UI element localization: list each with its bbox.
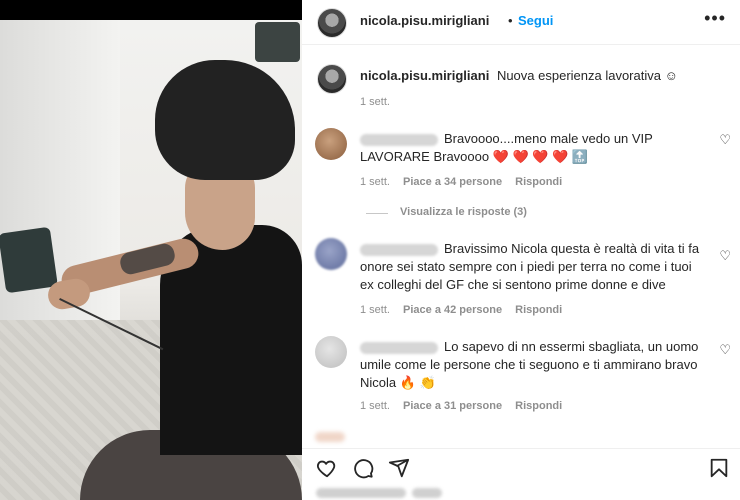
comment-timestamp[interactable]: 1 sett. xyxy=(360,400,390,412)
comment-avatar[interactable] xyxy=(315,128,347,160)
comment-meta: 1 sett. Piace a 34 persone Rispondi xyxy=(360,176,572,188)
comment-likes[interactable]: Piace a 34 persone xyxy=(403,176,502,188)
comment-like-icon[interactable]: ♡ xyxy=(719,132,731,148)
comment-reply-button[interactable]: Rispondi xyxy=(515,304,562,316)
comment-likes[interactable]: Piace a 42 persone xyxy=(403,304,502,316)
comment-meta: 1 sett. Piace a 31 persone Rispondi xyxy=(360,400,572,412)
comment-username-blurred[interactable] xyxy=(360,243,438,256)
caption-author-username[interactable]: nicola.pisu.mirigliani xyxy=(360,68,489,83)
separator-dot: • xyxy=(508,13,513,28)
post-likes-blurred xyxy=(316,488,406,498)
comment-reply-button[interactable]: Rispondi xyxy=(515,400,562,412)
comment-avatar[interactable] xyxy=(315,336,347,368)
caption-text: Nuova esperienza lavorativa ☺ xyxy=(496,68,678,83)
comment-body: Bravoooo....meno male vedo un VIP LAVORA… xyxy=(360,130,700,166)
post-caption: nicola.pisu.mirigliani Nuova esperienza … xyxy=(302,56,740,116)
post-action-bar xyxy=(302,448,740,485)
comment-likes[interactable]: Piace a 31 persone xyxy=(403,400,502,412)
comment-icon[interactable] xyxy=(352,457,374,479)
comment-reply-button[interactable]: Rispondi xyxy=(515,176,562,188)
comment-body: Lo sapevo di nn essermi sbagliata, un uo… xyxy=(360,338,700,392)
comment-body: Bravissimo Nicola questa è realtà di vit… xyxy=(360,240,700,294)
caption-timestamp[interactable]: 1 sett. xyxy=(360,96,390,108)
media-wall-socket xyxy=(0,226,58,294)
comment-username-blurred[interactable] xyxy=(360,341,438,354)
post-video[interactable] xyxy=(0,20,302,500)
post-media[interactable] xyxy=(0,0,302,500)
comment-username-blurred[interactable] xyxy=(360,133,438,146)
media-person-hair xyxy=(155,60,295,180)
post-likes-count-blurred xyxy=(412,488,442,498)
comment-item: Lo sapevo di nn essermi sbagliata, un uo… xyxy=(302,336,740,416)
post-header: nicola.pisu.mirigliani • Segui ••• xyxy=(302,0,740,45)
author-username[interactable]: nicola.pisu.mirigliani xyxy=(360,13,489,28)
caption-author-avatar[interactable] xyxy=(317,64,347,94)
comment-timestamp[interactable]: 1 sett. xyxy=(360,176,390,188)
caption-text-row: nicola.pisu.mirigliani Nuova esperienza … xyxy=(360,68,678,83)
comment-avatar-partial xyxy=(315,432,345,442)
comment-like-icon[interactable]: ♡ xyxy=(719,342,731,358)
comment-like-icon[interactable]: ♡ xyxy=(719,248,731,264)
media-wall-opening xyxy=(255,22,300,62)
share-icon[interactable] xyxy=(388,457,410,479)
comment-meta: 1 sett. Piace a 42 persone Rispondi xyxy=(360,304,572,316)
comment-item: Bravoooo....meno male vedo un VIP LAVORA… xyxy=(302,128,740,208)
comment-timestamp[interactable]: 1 sett. xyxy=(360,304,390,316)
view-replies-button[interactable]: Visualizza le risposte (3) xyxy=(400,206,527,218)
replies-divider xyxy=(366,213,388,214)
comment-item: Bravissimo Nicola questa è realtà di vit… xyxy=(302,238,740,318)
more-options-icon[interactable]: ••• xyxy=(704,8,726,29)
comment-avatar[interactable] xyxy=(315,238,347,270)
bookmark-icon[interactable] xyxy=(708,457,730,479)
follow-button[interactable]: Segui xyxy=(518,13,553,28)
heart-icon[interactable] xyxy=(316,457,338,479)
author-avatar[interactable] xyxy=(317,8,347,38)
